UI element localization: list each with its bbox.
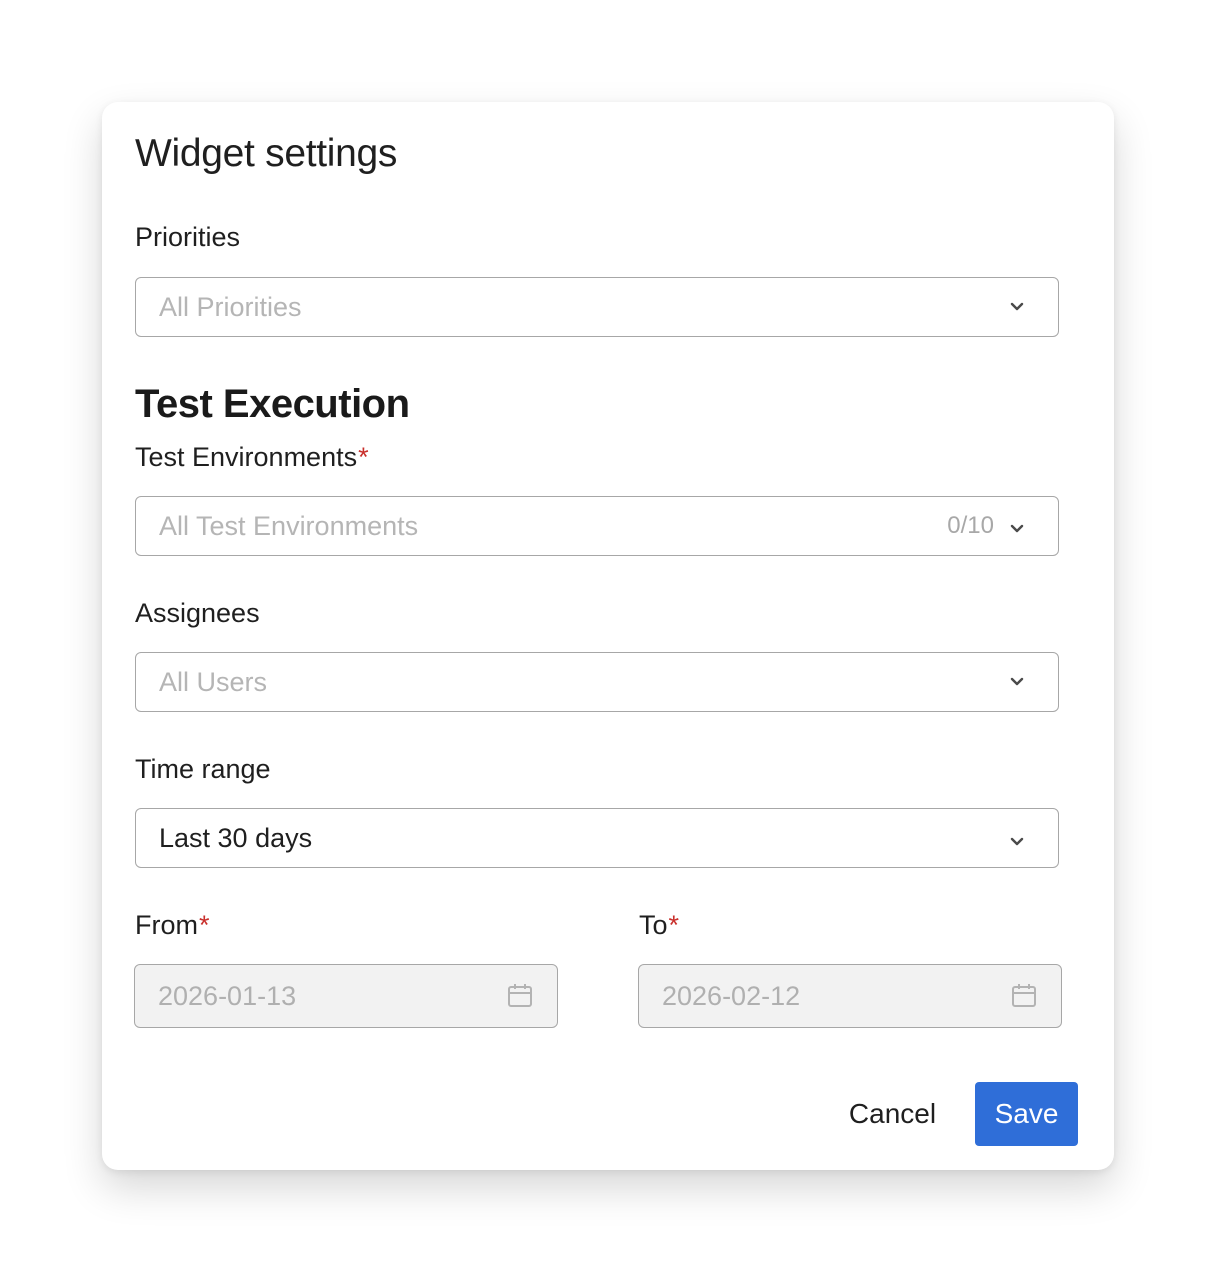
test-environments-select[interactable]: All Test Environments 0/10 xyxy=(135,496,1059,556)
to-label-text: To xyxy=(639,910,668,940)
test-environments-label-text: Test Environments xyxy=(135,442,358,472)
time-range-value: Last 30 days xyxy=(159,823,313,853)
assignees-label-text: Assignees xyxy=(135,598,260,628)
assignees-select[interactable]: All Users xyxy=(135,652,1059,712)
section-title-test-execution: Test Execution xyxy=(135,382,410,426)
to-date-input[interactable]: 2026-02-12 xyxy=(638,964,1062,1028)
test-environments-label: Test Environments* xyxy=(135,442,369,473)
time-range-label-text: Time range xyxy=(135,754,271,784)
from-date-input[interactable]: 2026-01-13 xyxy=(134,964,558,1028)
from-date-value: 2026-01-13 xyxy=(158,981,297,1011)
required-marker: * xyxy=(199,910,210,940)
calendar-icon xyxy=(508,984,532,1007)
chevron-down-icon xyxy=(1010,302,1024,311)
chevron-down-icon xyxy=(1010,524,1024,533)
priorities-label-text: Priorities xyxy=(135,222,241,252)
priorities-select[interactable]: All Priorities xyxy=(135,277,1059,337)
test-environments-placeholder: All Test Environments xyxy=(159,511,419,541)
time-range-label: Time range xyxy=(135,754,271,785)
required-marker: * xyxy=(358,442,369,472)
priorities-placeholder: All Priorities xyxy=(159,292,302,322)
selection-count: 0/10 xyxy=(947,512,994,539)
widget-settings-dialog: Widget settings Priorities All Prioritie… xyxy=(102,102,1114,1170)
cancel-button[interactable]: Cancel xyxy=(830,1082,955,1146)
assignees-placeholder: All Users xyxy=(159,667,268,697)
save-button[interactable]: Save xyxy=(975,1082,1078,1146)
from-label-text: From xyxy=(135,910,198,940)
dialog-title: Widget settings xyxy=(135,132,398,175)
to-date-value: 2026-02-12 xyxy=(662,981,801,1011)
assignees-label: Assignees xyxy=(135,598,260,629)
calendar-icon xyxy=(1012,984,1036,1007)
time-range-select[interactable]: Last 30 days xyxy=(135,808,1059,868)
chevron-down-icon xyxy=(1010,677,1024,686)
chevron-down-icon xyxy=(1010,837,1024,846)
from-label: From* xyxy=(135,910,210,941)
to-label: To* xyxy=(639,910,679,941)
priorities-label: Priorities xyxy=(135,222,240,253)
required-marker: * xyxy=(668,910,680,940)
